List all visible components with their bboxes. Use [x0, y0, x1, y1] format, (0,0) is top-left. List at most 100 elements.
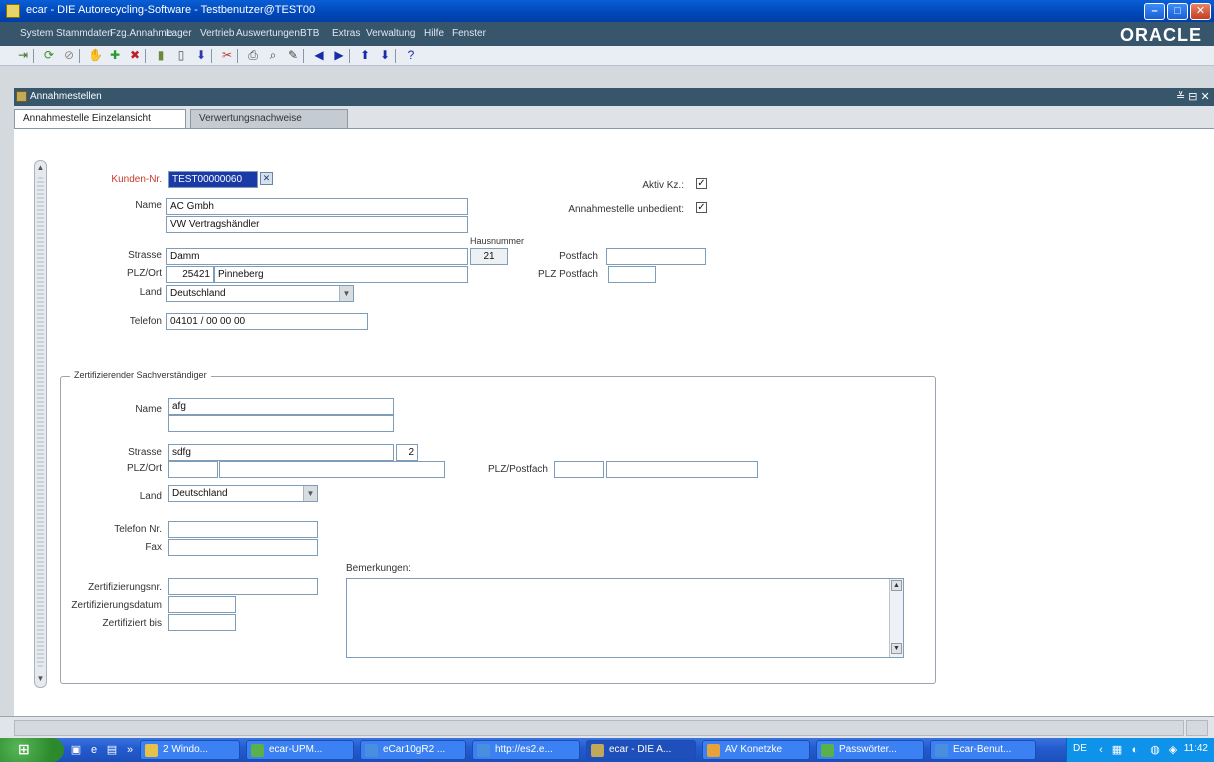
chevron-down-icon[interactable]: ▼ — [303, 486, 317, 501]
zertifizierungsnr-field[interactable] — [168, 578, 318, 595]
task-app-icon — [251, 744, 264, 757]
annahmestelle-unbedient-checkbox[interactable]: ✓ — [696, 202, 707, 213]
sv-postfach-field[interactable] — [606, 461, 758, 478]
delete-record-icon[interactable]: ✖ — [128, 48, 142, 63]
menu-item-fenster[interactable]: Fenster — [452, 28, 486, 39]
messenger-icon[interactable]: ◍ — [1147, 742, 1163, 758]
kunden-nr-label: Kunden-Nr. — [111, 174, 162, 185]
chevron-left-icon[interactable]: ‹ — [1093, 742, 1109, 758]
media-icon[interactable]: ▤ — [104, 742, 120, 758]
edit-icon[interactable]: ✎ — [286, 48, 300, 63]
taskbar-item[interactable]: http://es2.e... — [472, 740, 580, 760]
zertifiziert-bis-field[interactable] — [168, 614, 236, 631]
bemerkungen-textarea[interactable]: ▲ ▼ — [346, 578, 904, 658]
print-icon[interactable]: ⎙ — [246, 48, 260, 63]
name-label: Name — [135, 200, 162, 211]
name-field-1[interactable]: AC Gmbh — [166, 198, 468, 215]
lov-icon[interactable]: ✕ — [260, 172, 273, 185]
toolbar: ⇥ ⟳ ⊘ ✋ ✚ ✖ ▮ ▯ ⬇ ✂ ⎙ ⌕ ✎ ◀ ▶ ⬆ ⬇? — [0, 46, 1214, 66]
scroll-thumb[interactable] — [37, 177, 44, 667]
strasse-label: Strasse — [128, 250, 162, 261]
tab-verwertungsnachweise[interactable]: Verwertungsnachweise — [190, 109, 348, 128]
chevron-right-icon[interactable]: » — [122, 742, 138, 758]
sv-hausnummer-field[interactable]: 2 — [396, 444, 418, 461]
insert-record-icon[interactable]: ✚ — [108, 48, 122, 63]
menu-item-btb[interactable]: BTB — [300, 28, 319, 39]
network-icon[interactable]: ▦ — [1109, 742, 1125, 758]
sv-plz-postfach-plz-field[interactable] — [554, 461, 604, 478]
scroll-down-icon[interactable]: ▼ — [35, 673, 46, 685]
ie-icon[interactable]: e — [86, 742, 102, 758]
zertifizierungsdatum-field[interactable] — [168, 596, 236, 613]
menu-item-fzg-annahme[interactable]: Fzg.Annahme — [110, 28, 172, 39]
scroll-up-icon[interactable]: ▲ — [35, 162, 46, 174]
land-select[interactable]: Deutschland ▼ — [166, 285, 354, 302]
chevron-down-icon[interactable]: ▼ — [339, 286, 353, 301]
taskbar-item[interactable]: AV Konetzke — [702, 740, 810, 760]
duplicate-icon[interactable]: ▮ — [154, 48, 168, 63]
menu-item-auswertungen[interactable]: Auswertungen — [236, 28, 300, 39]
name-field-2[interactable]: VW Vertragshändler — [166, 216, 468, 233]
sv-ort-field[interactable] — [219, 461, 445, 478]
bemerkungen-label: Bemerkungen: — [346, 563, 412, 574]
down-icon[interactable]: ⬇ — [194, 48, 208, 63]
plz-ort-label: PLZ/Ort — [126, 268, 162, 279]
sv-plz-field[interactable] — [168, 461, 218, 478]
taskbar-item[interactable]: Ecar-Benut... — [930, 740, 1036, 760]
telefon-field[interactable]: 04101 / 00 00 00 — [166, 313, 368, 330]
taskbar-item[interactable]: 2 Windo... — [140, 740, 240, 760]
next-record-icon[interactable]: ▶ — [332, 48, 346, 63]
scroll-down-icon[interactable]: ▼ — [891, 643, 902, 654]
menu-item-extras[interactable]: Extras — [332, 28, 360, 39]
sv-land-select[interactable]: Deutschland ▼ — [168, 485, 318, 502]
aktiv-checkbox[interactable]: ✓ — [696, 178, 707, 189]
minimize-button[interactable]: – — [1144, 3, 1165, 20]
show-desktop-icon[interactable]: ▣ — [68, 742, 84, 758]
sv-telefon-field[interactable] — [168, 521, 318, 538]
prev-block-icon[interactable]: ⬆ — [358, 48, 372, 63]
clear-icon[interactable]: ▯ — [174, 48, 188, 63]
menu-item-system[interactable]: System — [20, 28, 53, 39]
sv-fax-field[interactable] — [168, 539, 318, 556]
menu-item-verwaltung[interactable]: Verwaltung — [366, 28, 415, 39]
ort-field[interactable]: Pinneberg — [214, 266, 468, 283]
menu-item-lager[interactable]: Lager — [166, 28, 192, 39]
sv-name-field-1[interactable]: afg — [168, 398, 394, 415]
language-indicator[interactable]: DE — [1073, 743, 1087, 754]
search-icon[interactable]: ⌕ — [266, 48, 280, 63]
close-button[interactable]: ✕ — [1190, 3, 1211, 20]
tab-einzelansicht[interactable]: Annahmestelle Einzelansicht — [14, 109, 186, 128]
hausnummer-field[interactable]: 21 — [470, 248, 508, 265]
maximize-button[interactable]: □ — [1167, 3, 1188, 20]
inner-window-controls[interactable]: ≚ ⊟ ✕ — [1176, 90, 1210, 103]
menu-item-hilfe[interactable]: Hilfe — [424, 28, 444, 39]
bemerkungen-scrollbar[interactable]: ▲ ▼ — [889, 579, 903, 657]
taskbar-item[interactable]: Passwörter... — [816, 740, 924, 760]
sv-name-field-2[interactable] — [168, 415, 394, 432]
taskbar-item[interactable]: ecar-UPM... — [246, 740, 354, 760]
kunden-nr-field[interactable]: TEST00000060 — [168, 171, 258, 188]
plz-field[interactable]: 25421 — [166, 266, 214, 283]
scroll-up-icon[interactable]: ▲ — [891, 580, 902, 591]
plz-postfach-field[interactable] — [608, 266, 656, 283]
task-app-icon — [477, 744, 490, 757]
strasse-field[interactable]: Damm — [166, 248, 468, 265]
taskbar-item[interactable]: eCar10gR2 ... — [360, 740, 466, 760]
volume-icon[interactable]: ◐ — [1127, 742, 1143, 758]
refresh-icon[interactable]: ⟳ — [42, 48, 56, 63]
telefon-label: Telefon — [129, 316, 162, 327]
prev-record-icon[interactable]: ◀ — [312, 48, 326, 63]
menu-item-vertrieb[interactable]: Vertrieb — [200, 28, 234, 39]
exit-icon[interactable]: ⇥ — [16, 48, 30, 63]
security-icon[interactable]: ◈ — [1165, 742, 1181, 758]
query-icon[interactable]: ✋ — [88, 48, 103, 63]
sv-strasse-field[interactable]: sdfg — [168, 444, 394, 461]
start-button[interactable]: ⊞ — [0, 738, 64, 762]
next-block-icon[interactable]: ⬇ — [378, 48, 392, 63]
taskbar-item[interactable]: ecar - DIE A... — [586, 740, 696, 760]
postfach-field[interactable] — [606, 248, 706, 265]
help-icon[interactable]: ? — [404, 48, 418, 63]
tools-icon[interactable]: ✂ — [220, 48, 234, 63]
menu-item-stammdaten[interactable]: Stammdaten — [56, 28, 113, 39]
cancel-query-icon[interactable]: ⊘ — [62, 48, 76, 63]
